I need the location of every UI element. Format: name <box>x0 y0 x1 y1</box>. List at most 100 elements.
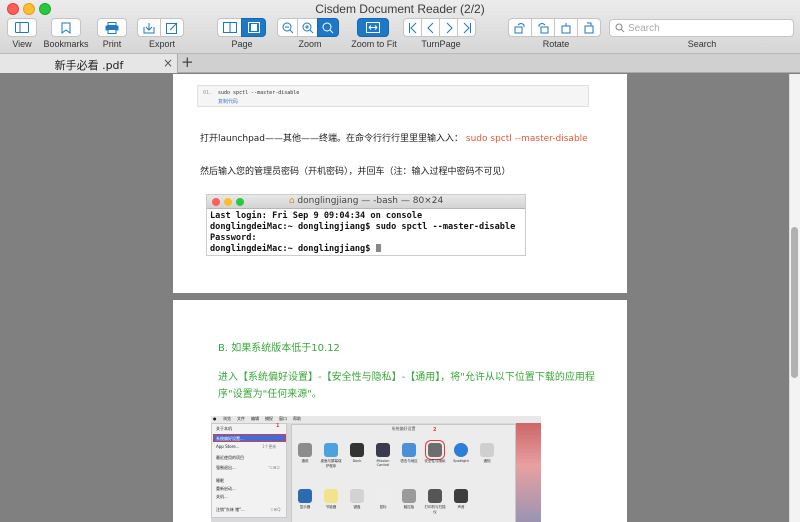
export-icon <box>143 22 155 33</box>
rotate-page-left-button[interactable] <box>554 18 578 37</box>
zoom-label: Zoom <box>298 39 322 49</box>
pref-label: 桌面与屏幕保护程序 <box>320 459 342 468</box>
page-icon <box>247 22 260 33</box>
keyboard-icon <box>350 489 364 503</box>
pref-label: 通用 <box>301 459 309 463</box>
scrollbar-thumb[interactable] <box>791 227 798 378</box>
pref-label: Dock <box>352 459 362 463</box>
rotate-right-icon <box>538 22 549 33</box>
last-page-icon <box>463 22 471 33</box>
rotate-right-button[interactable] <box>531 18 555 37</box>
terminal-prompt: donglingdeiMac:~ donglingjiang$ <box>210 244 376 254</box>
screenshot-apple-menu: 关于本机 系统偏好设置... App Store... 最近使用的项目 强制退出… <box>211 423 287 518</box>
terminal-line: Password: <box>210 233 257 243</box>
bookmarks-button[interactable] <box>51 18 81 37</box>
general-icon <box>298 443 312 457</box>
menu-shortcut: 1个更新 <box>262 444 277 449</box>
pref-label: Mission Control <box>376 459 390 467</box>
single-page-button[interactable] <box>217 18 242 37</box>
system-preferences-screenshot: ● 浏览 文件 编辑 捕捉 窗口 帮助 关于本机 系统偏好设置... App S… <box>211 416 541 522</box>
menubar-item: 帮助 <box>293 416 301 421</box>
menu-shortcut: ⌥⌘⎋ <box>268 465 280 470</box>
step-marker: 1 <box>276 423 280 429</box>
zoom-out-button[interactable] <box>277 18 298 37</box>
print-button[interactable] <box>97 18 127 37</box>
document-tab[interactable]: 新手必看 .pdf × <box>0 54 178 73</box>
menu-item: 关于本机 <box>216 426 232 431</box>
language-icon <box>402 443 416 457</box>
menu-item: 关机... <box>216 494 228 499</box>
zoom-to-fit-button[interactable] <box>357 18 389 37</box>
actual-size-button[interactable] <box>317 18 339 37</box>
pref-label: 打印机与扫描仪 <box>424 505 446 514</box>
menubar-item: 文件 <box>237 416 245 421</box>
search-input[interactable] <box>628 21 788 35</box>
pref-label: 鼠标 <box>379 505 387 509</box>
bookmarks-label: Bookmarks <box>43 39 89 49</box>
export-label: Export <box>148 39 175 49</box>
edit-icon <box>166 22 178 34</box>
rotate-page-icon <box>561 22 571 33</box>
rotate-page-right-button[interactable] <box>577 18 601 37</box>
screenshot-menubar: ● 浏览 文件 编辑 捕捉 窗口 帮助 <box>211 416 541 423</box>
previous-page-button[interactable] <box>421 18 440 37</box>
section-paragraph-line-1: 进入【系统偏好设置】-【安全性与隐私】-【通用】，将"允许从以下位置下载的应用程 <box>218 372 595 383</box>
next-page-button[interactable] <box>439 18 458 37</box>
menubar-item: 编辑 <box>251 416 259 421</box>
menu-item: App Store... <box>216 444 240 449</box>
last-page-button[interactable] <box>457 18 476 37</box>
menu-item: 强制退出... <box>216 465 236 470</box>
pref-label: 触控板 <box>403 505 415 509</box>
search-field[interactable] <box>609 19 794 37</box>
mouse-icon <box>376 489 390 503</box>
rotate-left-button[interactable] <box>508 18 532 37</box>
rotate-left-icon <box>514 22 525 33</box>
section-paragraph-line-2: 序"设置为"任何来源"。 <box>218 389 322 400</box>
prefs-title: 系统偏好设置 <box>391 426 416 431</box>
sound-icon <box>454 489 468 503</box>
desktop-icon <box>324 443 338 457</box>
continuous-page-button[interactable] <box>241 18 266 37</box>
tab-close-icon[interactable]: × <box>163 56 173 70</box>
magnifier-icon <box>322 22 334 33</box>
zoom-to-fit-label: Zoom to Fit <box>351 39 397 49</box>
printer-icon <box>428 489 442 503</box>
first-page-button[interactable] <box>403 18 422 37</box>
pref-label: Spotlight <box>453 459 469 463</box>
pref-label: 显示器 <box>299 505 311 509</box>
pdf-page-1: 01. sudo spctl --master-disable 复制代码 打开l… <box>173 74 627 293</box>
terminal-titlebar: ⌂ donglingjiang — -bash — 80×24 <box>207 195 525 209</box>
export-button[interactable] <box>137 18 161 37</box>
terminal-line: Last login: Fri Sep 9 09:04:34 on consol… <box>210 211 423 221</box>
trackpad-icon <box>402 489 416 503</box>
annotate-button[interactable] <box>160 18 184 37</box>
zoom-in-button[interactable] <box>297 18 318 37</box>
terminal-title-text: donglingjiang — -bash — 80×24 <box>297 196 444 206</box>
dock-icon <box>350 443 364 457</box>
menubar-item: 浏览 <box>223 416 231 421</box>
terminal-line: donglingdeiMac:~ donglingjiang$ sudo spc… <box>210 222 516 232</box>
code-text: sudo spctl --master-disable <box>218 90 300 96</box>
pref-label: 节能器 <box>325 505 337 509</box>
turnpage-label: TurnPage <box>421 39 461 49</box>
printer-icon <box>105 21 119 34</box>
sidebar-icon <box>15 22 29 33</box>
tab-bar: 新手必看 .pdf × + <box>0 53 800 73</box>
code-line-number: 01. <box>203 90 213 96</box>
page-label: Page <box>231 39 253 49</box>
view-button[interactable] <box>7 18 37 37</box>
pref-label: 声音 <box>457 505 465 509</box>
section-heading: B. 如果系统版本低于10.12 <box>218 343 340 354</box>
terminal-line: donglingdeiMac:~ donglingjiang$ <box>210 244 381 254</box>
rotate-label: Rotate <box>542 39 570 49</box>
new-tab-button[interactable]: + <box>181 53 194 71</box>
spotlight-icon <box>454 443 468 457</box>
menu-item: 系统偏好设置... <box>216 436 244 441</box>
copy-code-link[interactable]: 复制代码 <box>218 98 238 105</box>
zoom-out-icon <box>282 22 293 33</box>
step-marker: 2 <box>433 427 437 433</box>
rotate-page-alt-icon <box>584 22 594 33</box>
document-view[interactable]: 01. sudo spctl --master-disable 复制代码 打开l… <box>0 74 800 522</box>
apple-icon: ● <box>213 416 217 421</box>
terminal-title: ⌂ donglingjiang — -bash — 80×24 <box>207 196 525 206</box>
